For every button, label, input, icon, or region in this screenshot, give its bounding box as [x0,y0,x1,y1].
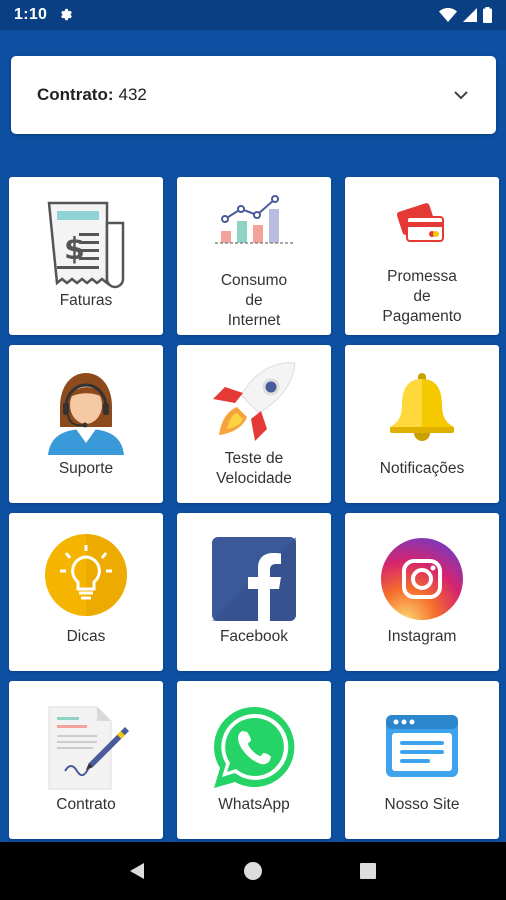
status-time: 1:10 [14,6,48,23]
tile-nosso-site[interactable]: Nosso Site [345,681,499,839]
credit-card-icon [397,203,444,242]
tile-whatsapp[interactable]: WhatsApp [177,681,331,839]
tile-facebook[interactable]: Facebook [177,513,331,671]
lightbulb-icon [45,534,127,616]
home-icon[interactable] [243,861,263,881]
tile-label: Notificações [379,460,465,477]
whatsapp-icon [214,706,295,788]
tile-label: Promessa de Pagamento [382,268,462,325]
tile-label: WhatsApp [218,796,290,813]
tile-contrato[interactable]: Contrato [9,681,163,839]
bell-icon [390,373,454,441]
navigation-bar [0,842,506,900]
tile-teste-velocidade[interactable]: Teste de Velocidade [177,345,331,503]
rocket-icon [213,362,296,441]
wifi-icon [439,8,457,22]
tile-label: Nosso Site [384,796,460,813]
battery-icon [483,7,492,23]
gear-icon [61,8,73,21]
website-icon [386,715,458,777]
invoice-icon: $ [47,201,125,289]
tile-label: Dicas [66,628,106,645]
tile-label: Consumo de Internet [220,272,288,329]
facebook-icon [212,537,296,621]
tile-label: Teste de Velocidade [216,450,292,487]
tile-instagram[interactable]: Instagram [345,513,499,671]
tile-label: Instagram [387,628,457,645]
back-icon[interactable] [128,861,148,881]
bar-chart-icon [215,195,293,244]
contract-value: 432 [118,85,147,104]
signal-icon [463,8,477,22]
tile-label: Suporte [58,460,114,477]
contract-icon [48,706,129,790]
tile-suporte[interactable]: Suporte [9,345,163,503]
instagram-icon [381,538,463,620]
chevron-down-icon [454,91,468,100]
tile-label: Contrato [56,796,116,813]
tile-promessa-pagamento[interactable]: Promessa de Pagamento [345,177,499,335]
contract-selector[interactable]: Contrato: 432 [11,56,496,134]
tile-label: Facebook [219,628,289,645]
recents-icon[interactable] [358,861,378,881]
tile-faturas[interactable]: $ Faturas [9,177,163,335]
tile-consumo-internet[interactable]: Consumo de Internet [177,177,331,335]
support-agent-icon [48,373,124,455]
tile-label: Faturas [59,292,113,309]
tile-dicas[interactable]: Dicas [9,513,163,671]
status-bar: 1:10 [0,0,506,30]
tile-notificacoes[interactable]: Notificações [345,345,499,503]
contract-label: Contrato: [37,85,114,104]
menu-grid: $ Faturas Consumo de Internet Promessa d… [9,177,499,839]
